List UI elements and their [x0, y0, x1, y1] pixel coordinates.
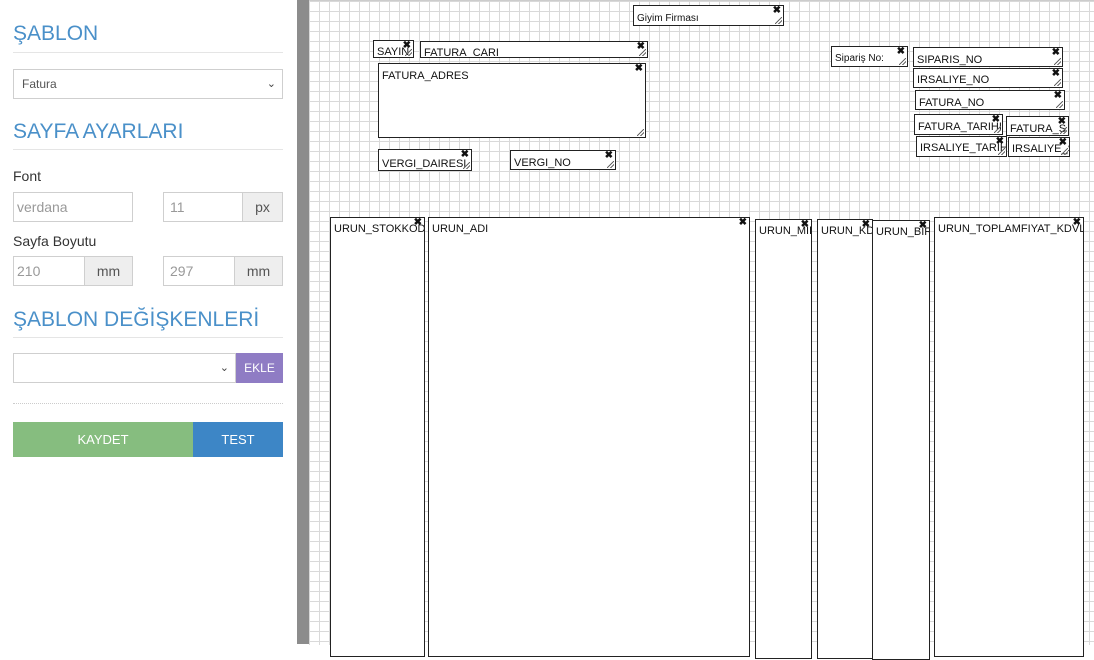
resize-handle-icon[interactable]	[639, 49, 646, 56]
font-input[interactable]: verdana	[13, 192, 133, 222]
field-label: SIPARIS_NO	[917, 54, 983, 66]
close-icon[interactable]: ✖	[461, 150, 469, 161]
resize-handle-icon[interactable]	[1054, 79, 1061, 86]
field-fatura-adres[interactable]: FATURA_ADRES ✖	[378, 63, 646, 138]
variables-select[interactable]: ⌄	[13, 353, 236, 383]
close-icon[interactable]: ✖	[414, 218, 422, 229]
close-icon[interactable]: ✖	[897, 47, 905, 58]
resize-handle-icon[interactable]	[1054, 58, 1061, 65]
settings-sidebar: ŞABLON Fatura ⌄ SAYFA AYARLARI Font verd…	[0, 0, 297, 644]
resize-handle-icon[interactable]	[994, 126, 1001, 133]
column-label: URUN_STOKKODU	[334, 223, 425, 235]
field-fatura-cari[interactable]: FATURA_CARI ✖	[420, 41, 648, 58]
close-icon[interactable]: ✖	[1073, 218, 1081, 229]
close-icon[interactable]: ✖	[862, 220, 870, 231]
variables-title: ŞABLON DEĞİŞKENLERİ	[13, 308, 260, 331]
column-urun-kdv[interactable]: URUN_KDV ✖	[817, 219, 873, 659]
page-size-label: Sayfa Boyutu	[13, 233, 97, 249]
field-label: VERGI_NO	[514, 157, 571, 169]
resize-handle-icon[interactable]	[405, 49, 412, 56]
resize-handle-icon[interactable]	[998, 148, 1005, 155]
page-height-input[interactable]: 297	[163, 256, 235, 286]
field-siparis-label[interactable]: Sipariş No: ✖	[831, 46, 908, 67]
template-canvas[interactable]: Giyim Firması ✖ SAYIN ✖ FATURA_CARI ✖ FA…	[309, 0, 1094, 660]
resize-handle-icon[interactable]	[637, 129, 644, 136]
field-vergi-dairesi[interactable]: VERGI_DAIRESI ✖	[378, 149, 472, 171]
close-icon[interactable]: ✖	[992, 115, 1000, 126]
field-irsaliye-tarihi[interactable]: IRSALIYE_TARIHI ✖	[916, 136, 1007, 157]
field-vergi-no[interactable]: VERGI_NO ✖	[510, 150, 616, 170]
chevron-down-icon: ⌄	[266, 78, 276, 90]
resize-handle-icon[interactable]	[607, 161, 614, 168]
field-sayin[interactable]: SAYIN ✖	[373, 40, 414, 58]
font-size-unit: px	[243, 192, 283, 222]
field-label: VERGI_DAIRESI	[382, 158, 467, 170]
chevron-down-icon: ⌄	[219, 362, 229, 374]
page-width-unit: mm	[85, 256, 133, 286]
close-icon[interactable]: ✖	[919, 221, 927, 232]
field-label: FATURA_TARIHI	[918, 121, 1002, 133]
column-urun-stokkodu[interactable]: URUN_STOKKODU ✖	[330, 217, 425, 657]
column-label: URUN_TOPLAMFIYAT_KDVLI	[938, 223, 1084, 235]
column-urun-birim[interactable]: URUN_BIRIM ✖	[872, 220, 930, 660]
divider-line	[13, 403, 283, 404]
column-urun-adi[interactable]: URUN_ADI ✖	[428, 217, 750, 657]
field-fatura-tarihi[interactable]: FATURA_TARIHI ✖	[914, 114, 1003, 135]
close-icon[interactable]: ✖	[996, 137, 1004, 148]
field-siparis-no[interactable]: SIPARIS_NO ✖	[913, 47, 1063, 67]
field-irsaliye-s[interactable]: IRSALIYE_S ✖	[1008, 137, 1070, 157]
field-label: FATURA_NO	[919, 97, 985, 109]
template-select[interactable]: Fatura ⌄	[13, 69, 283, 99]
resize-handle-icon[interactable]	[775, 17, 782, 24]
page-width-input[interactable]: 210	[13, 256, 85, 286]
divider-line	[13, 149, 283, 150]
field-label: FATURA_CARI	[424, 47, 499, 58]
save-button[interactable]: KAYDET	[13, 422, 193, 457]
field-label: Giyim Firması	[637, 13, 699, 24]
add-variable-button[interactable]: EKLE	[236, 353, 283, 383]
resize-handle-icon[interactable]	[1056, 101, 1063, 108]
close-icon[interactable]: ✖	[801, 220, 809, 231]
resize-handle-icon[interactable]	[899, 58, 906, 65]
field-label: Sipariş No:	[835, 53, 884, 64]
page-height-unit: mm	[235, 256, 283, 286]
close-icon[interactable]: ✖	[739, 218, 747, 229]
font-label: Font	[13, 168, 42, 184]
template-title: ŞABLON	[13, 22, 99, 45]
resize-handle-icon[interactable]	[1060, 127, 1067, 134]
field-label: IRSALIYE_NO	[917, 74, 990, 86]
resize-handle-icon[interactable]	[463, 162, 470, 169]
column-urun-miktar[interactable]: URUN_MIKTAR ✖	[755, 219, 812, 659]
column-urun-toplamfiyat-kdvli[interactable]: URUN_TOPLAMFIYAT_KDVLI ✖	[934, 217, 1084, 657]
field-label: IRSALIYE_TARIHI	[920, 142, 1007, 154]
close-icon[interactable]: ✖	[773, 6, 781, 17]
resize-handle-icon[interactable]	[1061, 148, 1068, 155]
field-fatura-s[interactable]: FATURA_S ✖	[1006, 116, 1069, 136]
column-label: URUN_ADI	[432, 223, 489, 235]
close-icon[interactable]: ✖	[635, 64, 643, 75]
template-select-value: Fatura	[22, 77, 57, 91]
font-size-input[interactable]: 11	[163, 192, 243, 222]
field-firm-name[interactable]: Giyim Firması ✖	[633, 5, 784, 26]
field-label: FATURA_ADRES	[382, 70, 469, 82]
test-button[interactable]: TEST	[193, 422, 283, 457]
panel-splitter[interactable]	[297, 0, 309, 644]
divider-line	[13, 337, 283, 338]
field-irsaliye-no[interactable]: IRSALIYE_NO ✖	[913, 68, 1063, 88]
field-fatura-no[interactable]: FATURA_NO ✖	[915, 90, 1065, 110]
page-settings-title: SAYFA AYARLARI	[13, 120, 184, 143]
divider-line	[13, 52, 283, 53]
